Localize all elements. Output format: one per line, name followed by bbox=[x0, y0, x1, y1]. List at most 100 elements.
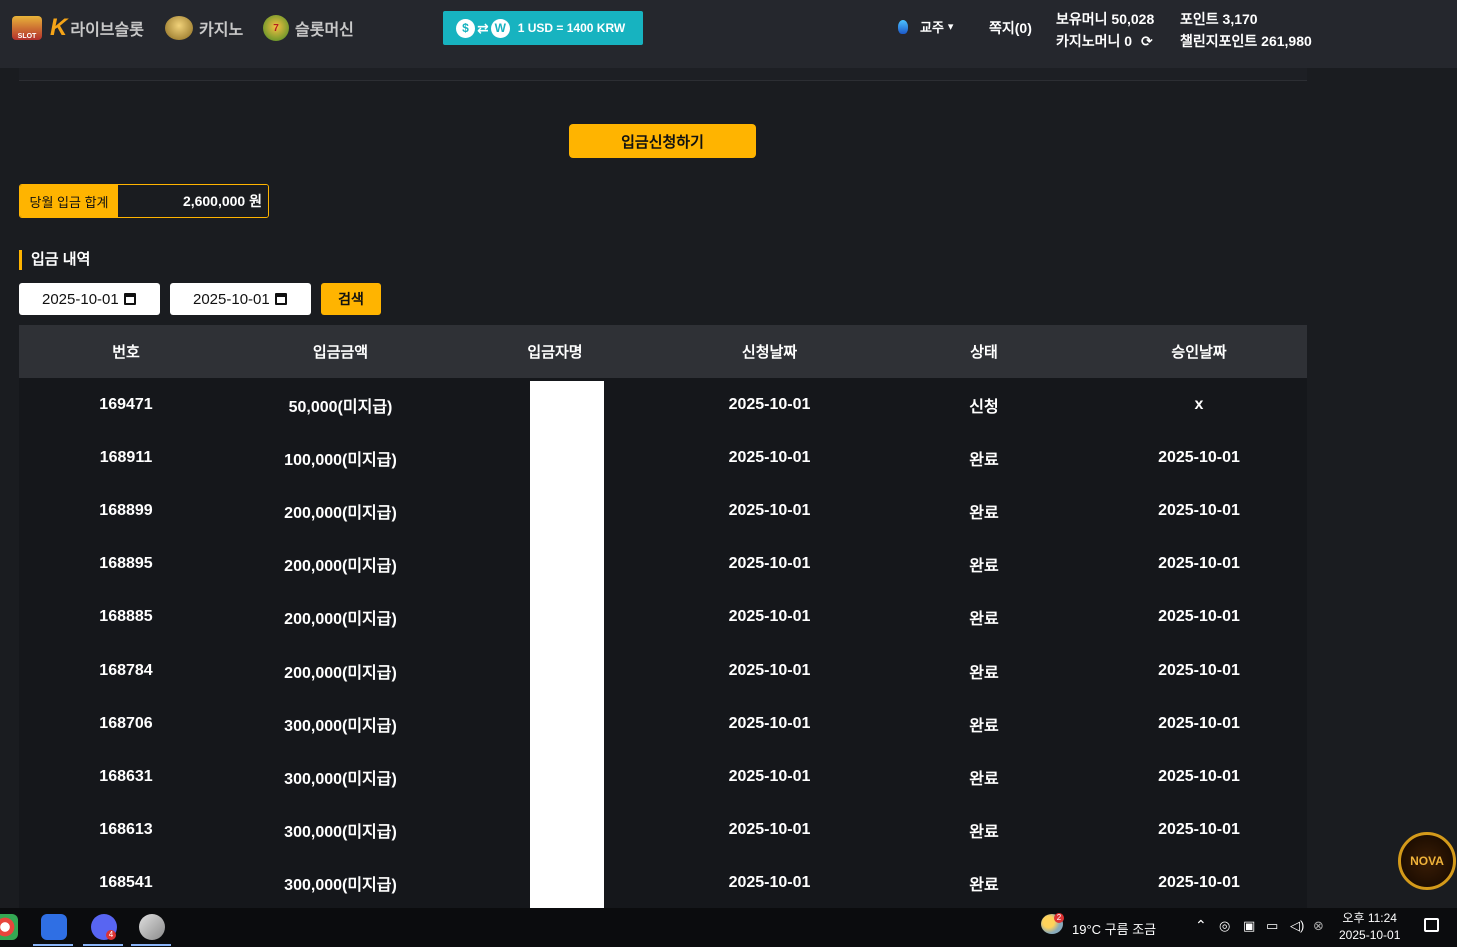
header-request-date: 신청날짜 bbox=[741, 344, 798, 361]
k-logo-icon: K bbox=[50, 14, 68, 41]
cell-approved-date: 2025-10-01 bbox=[1158, 714, 1240, 732]
volume-icon[interactable]: ◁) bbox=[1290, 918, 1304, 934]
messages-link[interactable]: 쪽지(0) bbox=[989, 18, 1032, 38]
cell-amount: 50,000(미지급) bbox=[288, 398, 393, 416]
table-row: 168706 300,000(미지급) 2025-10-01 완료 2025-10-01 bbox=[19, 697, 1307, 751]
cell-request-date: 2025-10-01 bbox=[728, 395, 811, 413]
cell-status: 완료 bbox=[969, 717, 999, 735]
language-flag-icon bbox=[898, 19, 908, 34]
top-bar: SLOT K 라이브슬롯 카지노 7 슬롯머신 $ ⇄ W 1 USD = 14… bbox=[0, 0, 1457, 68]
content-top-strip bbox=[19, 68, 1307, 81]
casino-money: 카지노머니 0 bbox=[1056, 33, 1133, 49]
table-row: 168631 300,000(미지급) 2025-10-01 완료 2025-10-01 bbox=[19, 750, 1307, 804]
cell-no: 168613 bbox=[99, 821, 153, 839]
calendar-icon[interactable] bbox=[274, 293, 287, 305]
language-selector[interactable]: 교주 ▾ bbox=[898, 17, 953, 36]
cell-status: 완료 bbox=[969, 664, 999, 682]
won-icon: W bbox=[490, 18, 510, 38]
weather-badge: 2 bbox=[1054, 913, 1064, 923]
meet-icon[interactable]: ◎ bbox=[1219, 918, 1230, 934]
cell-no: 168899 bbox=[99, 501, 153, 519]
cell-amount: 200,000(미지급) bbox=[284, 611, 397, 629]
date-to-value: 2025-10-01 bbox=[193, 290, 270, 308]
header-amount: 입금금액 bbox=[312, 344, 369, 361]
cell-amount: 200,000(미지급) bbox=[284, 664, 397, 682]
cell-approved-date: 2025-10-01 bbox=[1158, 555, 1240, 573]
cell-approved-date: x bbox=[1194, 395, 1204, 413]
cell-amount: 300,000(미지급) bbox=[284, 824, 397, 842]
table-body: 169471 50,000(미지급) 2025-10-01 신청 x 168911 100,… bbox=[19, 378, 1307, 910]
slot-machine-icon: 7 bbox=[263, 15, 289, 41]
cell-no: 168706 bbox=[99, 714, 153, 732]
table-row: 168541 300,000(미지급) 2025-10-01 완료 2025-10-01 bbox=[19, 856, 1307, 910]
nav-slot-machine-label: 슬롯머신 bbox=[295, 22, 354, 39]
cell-status: 신청 bbox=[969, 398, 999, 416]
cell-no: 168631 bbox=[99, 767, 153, 785]
slot-logo[interactable]: SLOT bbox=[12, 16, 42, 40]
paint-icon[interactable] bbox=[139, 914, 165, 940]
cell-approved-date: 2025-10-01 bbox=[1158, 448, 1240, 466]
chrome-icon[interactable] bbox=[0, 914, 18, 940]
cell-amount: 300,000(미지급) bbox=[284, 877, 397, 895]
language-label: 교주 bbox=[920, 20, 944, 35]
search-button[interactable]: 검색 bbox=[321, 283, 381, 315]
cell-approved-date: 2025-10-01 bbox=[1158, 821, 1240, 839]
cell-request-date: 2025-10-01 bbox=[728, 874, 811, 892]
cell-status: 완료 bbox=[969, 451, 999, 469]
date-from-input[interactable]: 2025-10-01 bbox=[19, 283, 160, 315]
table-header: 번호 입금금액 입금자명 신청날짜 상태 승인날짜 bbox=[19, 325, 1307, 378]
cell-request-date: 2025-10-01 bbox=[728, 767, 811, 785]
app-icon[interactable] bbox=[41, 914, 67, 940]
table-row: 168895 200,000(미지급) 2025-10-01 완료 2025-10-01 bbox=[19, 537, 1307, 591]
cell-request-date: 2025-10-01 bbox=[728, 448, 811, 466]
table-row: 168899 200,000(미지급) 2025-10-01 완료 2025-10-01 bbox=[19, 484, 1307, 538]
weather-text[interactable]: 19°C 구름 조금 bbox=[1072, 919, 1156, 938]
table-row: 168911 100,000(미지급) 2025-10-01 완료 2025-10-01 bbox=[19, 431, 1307, 485]
section-title: 입금 내역 bbox=[19, 250, 90, 270]
challenge-points: 챌린지포인트 261,980 bbox=[1180, 33, 1312, 49]
cell-status: 완료 bbox=[969, 611, 999, 629]
active-app-indicator bbox=[33, 944, 73, 946]
cell-approved-date: 2025-10-01 bbox=[1158, 767, 1240, 785]
nav-slot-machine[interactable]: 7 슬롯머신 bbox=[263, 14, 354, 42]
cell-status: 완료 bbox=[969, 877, 999, 895]
cell-request-date: 2025-10-01 bbox=[728, 821, 811, 839]
casino-icon bbox=[165, 16, 193, 40]
active-app-indicator bbox=[83, 944, 123, 946]
chevron-up-icon[interactable]: ⌃ bbox=[1195, 917, 1207, 934]
cell-approved-date: 2025-10-01 bbox=[1158, 501, 1240, 519]
nav-live-slot-label: 라이브슬롯 bbox=[70, 22, 144, 39]
dollar-icon: $ bbox=[456, 18, 475, 38]
nav-casino[interactable]: 카지노 bbox=[165, 14, 243, 42]
nova-logo-button[interactable]: NOVA bbox=[1398, 832, 1456, 890]
cell-request-date: 2025-10-01 bbox=[728, 501, 811, 519]
calendar-icon[interactable] bbox=[123, 293, 136, 305]
date-from-value: 2025-10-01 bbox=[42, 290, 119, 308]
casino-money-row: 카지노머니 0 ⟳ bbox=[1056, 31, 1153, 51]
deposit-request-button[interactable]: 입금신청하기 bbox=[569, 124, 756, 158]
cell-no: 168885 bbox=[99, 608, 153, 626]
refresh-icon[interactable]: ⟳ bbox=[1141, 33, 1153, 50]
table-row: 169471 50,000(미지급) 2025-10-01 신청 x bbox=[19, 378, 1307, 432]
cell-approved-date: 2025-10-01 bbox=[1158, 608, 1240, 626]
balance-money: 보유머니 50,028 bbox=[1056, 11, 1155, 27]
header-approved-date: 승인날짜 bbox=[1171, 344, 1227, 361]
cell-amount: 300,000(미지급) bbox=[284, 717, 397, 735]
cell-status: 완료 bbox=[969, 558, 999, 576]
clock[interactable]: 오후 11:24 2025-10-01 bbox=[1339, 910, 1400, 944]
header-no: 번호 bbox=[112, 344, 140, 361]
table-row: 168613 300,000(미지급) 2025-10-01 완료 2025-10-01 bbox=[19, 803, 1307, 857]
date-to-input[interactable]: 2025-10-01 bbox=[170, 283, 311, 315]
cell-amount: 200,000(미지급) bbox=[284, 504, 397, 522]
clock-date: 2025-10-01 bbox=[1339, 928, 1401, 942]
nav-live-slot[interactable]: K 라이브슬롯 bbox=[50, 14, 144, 42]
points: 포인트 3,170 bbox=[1180, 11, 1258, 27]
cell-no: 168895 bbox=[99, 555, 153, 573]
nav-casino-label: 카지노 bbox=[199, 22, 244, 39]
cell-status: 완료 bbox=[969, 824, 999, 842]
network-icon[interactable]: ▭ bbox=[1266, 918, 1278, 934]
ime-icon[interactable]: ▣ bbox=[1243, 918, 1255, 934]
notification-center-icon[interactable] bbox=[1424, 918, 1439, 932]
close-icon[interactable]: ⊗ bbox=[1313, 918, 1324, 934]
header-depositor: 입금자명 bbox=[527, 344, 583, 361]
